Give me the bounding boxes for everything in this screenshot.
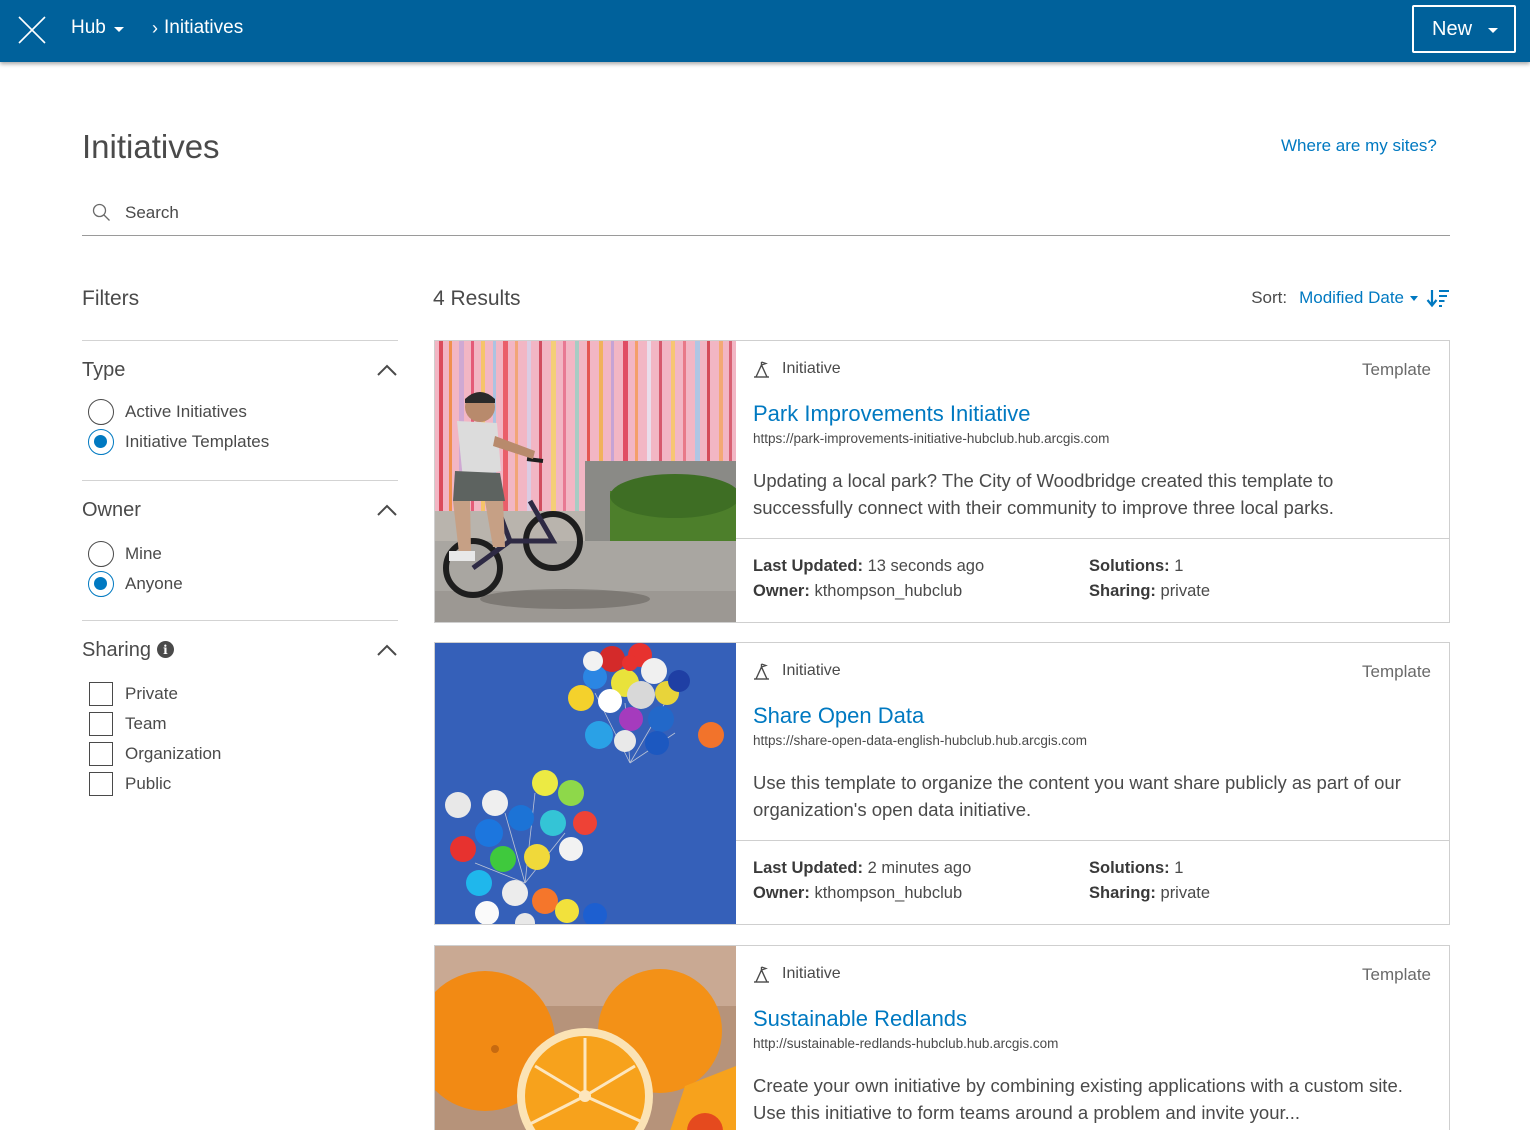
hub-app-menu[interactable]: Hub (71, 17, 124, 39)
filter-option-organization[interactable]: Organization (82, 739, 398, 769)
option-label: Active Initiatives (125, 402, 247, 421)
new-button-label: New (1432, 17, 1473, 40)
hub-logo-icon[interactable] (16, 14, 48, 46)
sharing: Sharing: private (1089, 582, 1211, 600)
result-card[interactable]: Initiative Template Park Improvements In… (434, 340, 1450, 623)
checkbox[interactable] (89, 682, 113, 706)
thumbnail-image-bmx-rider[interactable] (435, 341, 736, 622)
filter-type-label: Type (82, 358, 126, 381)
filter-type-header[interactable]: Type (82, 341, 398, 399)
solutions: Solutions: 1 (1089, 859, 1184, 877)
item-type: Initiative (753, 662, 841, 680)
item-description: Updating a local park? The City of Woodb… (753, 470, 1334, 518)
option-label: Initiative Templates (125, 432, 270, 451)
item-metadata: Last Updated: 2 minutes ago Owner: kthom… (736, 840, 1449, 926)
radio-button-selected[interactable] (88, 429, 114, 455)
filters-heading: Filters (82, 287, 140, 310)
radio-button[interactable] (88, 541, 114, 567)
filter-group-owner: Owner Mine Anyone (82, 480, 398, 599)
result-card[interactable]: Initiative Template Sustainable Redlands… (434, 945, 1450, 1130)
initiative-icon (754, 965, 769, 983)
item-description: Create your own initiative by combining … (753, 1075, 1403, 1123)
search-input[interactable] (125, 202, 725, 223)
item-url: https://share-open-data-english-hubclub.… (753, 733, 1087, 748)
item-metadata: Last Updated: 13 seconds ago Owner: ktho… (736, 538, 1449, 624)
chevron-right-icon: › (152, 17, 158, 38)
chevron-up-icon[interactable] (376, 503, 398, 517)
sort-label: Sort: (1251, 288, 1288, 307)
item-description: Use this template to organize the conten… (753, 772, 1401, 820)
owner: Owner: kthompson_hubclub (753, 582, 963, 600)
sort-control: Sort: Modified Date (1251, 288, 1450, 308)
chevron-down-icon (113, 26, 124, 32)
result-card[interactable]: Initiative Template Share Open Data http… (434, 642, 1450, 925)
filter-group-sharing: Sharing i Private Team Organization Publi… (82, 620, 398, 799)
sharing: Sharing: private (1089, 884, 1211, 902)
initiative-icon (754, 662, 769, 680)
search-icon (92, 203, 110, 221)
option-label: Mine (125, 544, 162, 563)
owner: Owner: kthompson_hubclub (753, 884, 963, 902)
option-label: Public (125, 774, 172, 793)
thumbnail-image-balloons[interactable] (435, 643, 736, 924)
option-label: Private (125, 684, 178, 703)
thumbnail-image-oranges[interactable] (435, 946, 736, 1130)
filter-group-type: Type Active Initiatives Initiative Templ… (82, 340, 398, 457)
filter-option-anyone[interactable]: Anyone (82, 569, 398, 599)
results-count: 4 Results (433, 287, 521, 310)
sort-descending-icon[interactable] (1426, 288, 1450, 308)
option-label: Team (125, 714, 167, 733)
solutions: Solutions: 1 (1089, 557, 1184, 575)
search-bar (82, 190, 1450, 236)
radio-button[interactable] (88, 399, 114, 425)
item-title-link[interactable]: Share Open Data (753, 703, 924, 729)
chevron-down-icon (1410, 295, 1418, 301)
new-button[interactable]: New (1412, 5, 1516, 53)
chevron-down-icon (1488, 27, 1499, 33)
template-badge: Template (1362, 360, 1431, 379)
filter-option-active-initiatives[interactable]: Active Initiatives (82, 397, 398, 427)
template-badge: Template (1362, 965, 1431, 984)
where-are-my-sites-link[interactable]: Where are my sites? (1281, 136, 1437, 156)
hub-menu-label: Hub (71, 17, 106, 38)
last-updated: Last Updated: 2 minutes ago (753, 859, 972, 877)
item-url: https://park-improvements-initiative-hub… (753, 431, 1110, 446)
item-title-link[interactable]: Sustainable Redlands (753, 1006, 967, 1032)
filter-option-initiative-templates[interactable]: Initiative Templates (82, 427, 398, 457)
sort-field-value: Modified Date (1299, 288, 1404, 307)
item-type-label: Initiative (782, 965, 841, 982)
breadcrumb[interactable]: › Initiatives (152, 17, 243, 39)
item-url: http://sustainable-redlands-hubclub.hub.… (753, 1036, 1059, 1051)
info-icon[interactable]: i (156, 641, 174, 658)
chevron-up-icon[interactable] (376, 363, 398, 377)
checkbox[interactable] (89, 712, 113, 736)
last-updated: Last Updated: 13 seconds ago (753, 557, 985, 575)
checkbox[interactable] (89, 742, 113, 766)
item-type: Initiative (753, 965, 841, 983)
option-label: Organization (125, 744, 222, 763)
filter-option-team[interactable]: Team (82, 709, 398, 739)
chevron-up-icon[interactable] (376, 643, 398, 657)
filter-option-private[interactable]: Private (82, 679, 398, 709)
filter-sharing-title: Sharing i (82, 639, 174, 662)
filter-option-mine[interactable]: Mine (82, 539, 398, 569)
page-title: Initiatives (82, 128, 220, 165)
item-type-label: Initiative (782, 360, 841, 377)
template-badge: Template (1362, 662, 1431, 681)
filter-owner-label: Owner (82, 498, 141, 521)
filter-sharing-label: Sharing (82, 638, 151, 661)
radio-button-selected[interactable] (88, 571, 114, 597)
filter-option-public[interactable]: Public (82, 769, 398, 799)
filter-owner-header[interactable]: Owner (82, 481, 398, 539)
checkbox[interactable] (89, 772, 113, 796)
sort-field-dropdown[interactable]: Modified Date (1299, 288, 1418, 308)
top-navigation-bar: Hub › Initiatives New (0, 0, 1530, 62)
breadcrumb-initiatives: Initiatives (164, 17, 244, 38)
initiative-icon (754, 360, 769, 378)
item-type: Initiative (753, 360, 841, 378)
filter-sharing-header[interactable]: Sharing i (82, 621, 398, 679)
item-type-label: Initiative (782, 662, 841, 679)
option-label: Anyone (125, 574, 183, 593)
item-title-link[interactable]: Park Improvements Initiative (753, 401, 1031, 427)
